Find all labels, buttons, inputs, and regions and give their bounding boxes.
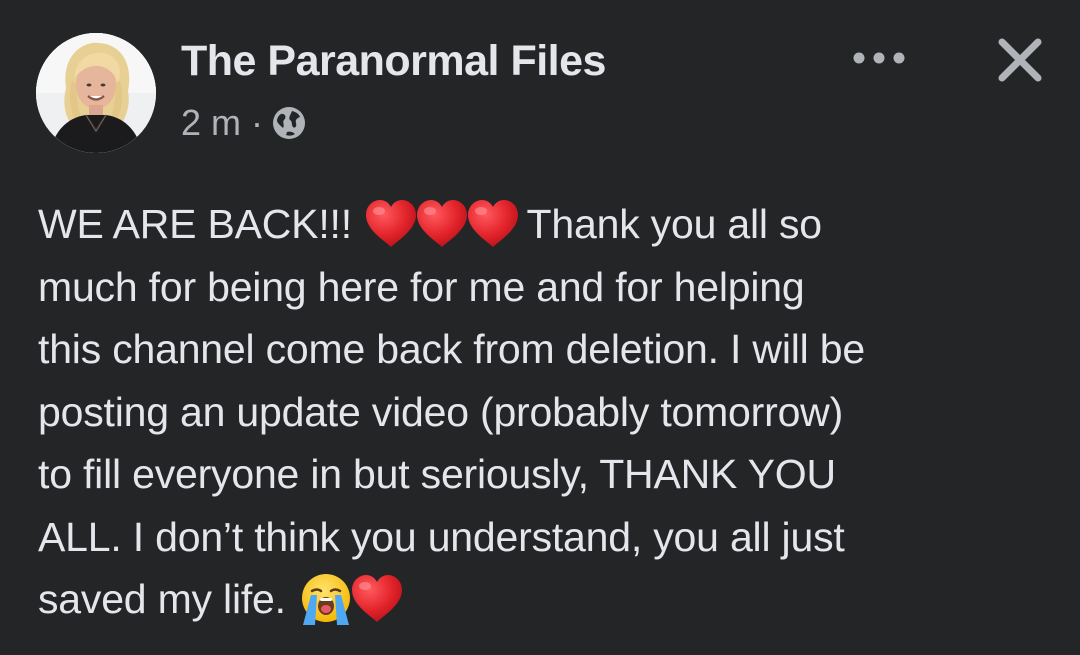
post-line-1: WE ARE BACK!!! Thank you all so xyxy=(38,193,1058,256)
post-body: WE ARE BACK!!! Thank you all so much for… xyxy=(38,193,1058,631)
post-line-7: saved my life. xyxy=(38,568,1058,631)
red-heart-icon xyxy=(414,198,470,250)
close-button[interactable] xyxy=(990,30,1050,90)
globe-icon[interactable] xyxy=(271,105,307,141)
post-text-segment: WE ARE BACK!!! xyxy=(38,201,364,247)
post-line-4: posting an update video (probably tomorr… xyxy=(38,388,844,435)
red-heart-icon xyxy=(465,198,521,250)
loudly-crying-face-icon xyxy=(297,571,355,627)
post-line-6: ALL. I don’t think you understand, you a… xyxy=(38,513,845,560)
post-text-segment: saved my life. xyxy=(38,576,298,622)
avatar[interactable] xyxy=(36,33,156,153)
meta-separator: · xyxy=(251,102,264,143)
timestamp[interactable]: 2 m xyxy=(181,102,241,144)
post-line-5: to fill everyone in but seriously, THANK… xyxy=(38,451,836,497)
post-card: The Paranormal Files 2 m · WE ARE BACK!!… xyxy=(0,0,1080,655)
more-options-icon xyxy=(853,52,905,64)
red-heart-icon xyxy=(363,198,419,250)
author-name[interactable]: The Paranormal Files xyxy=(181,37,606,86)
post-text-segment: Thank you all so xyxy=(516,201,823,247)
red-heart-icon xyxy=(349,573,405,625)
post-meta: 2 m · xyxy=(181,101,307,145)
close-icon xyxy=(998,38,1042,82)
more-options-button[interactable] xyxy=(846,36,912,80)
profile-photo xyxy=(36,33,156,153)
post-line-3: this channel come back from deletion. I … xyxy=(38,326,865,372)
post-line-2: much for being here for me and for helpi… xyxy=(38,263,805,310)
